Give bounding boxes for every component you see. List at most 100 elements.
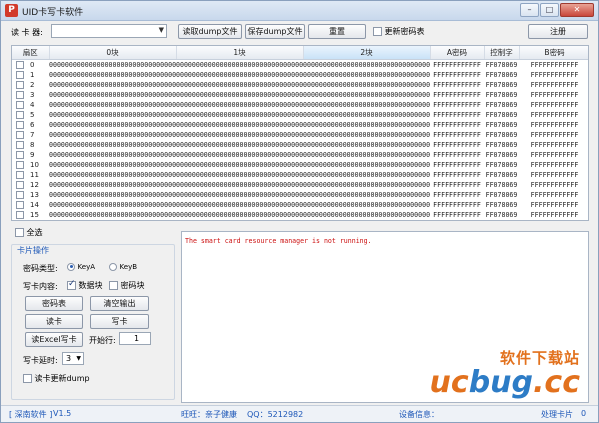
block2-cell[interactable]: 00000000000000000000000000000000 [303,120,430,130]
data-block-check[interactable] [67,279,76,290]
block2-cell[interactable]: 00000000000000000000000000000000 [303,130,430,140]
key-b-cell[interactable]: FFFFFFFFFFFF [519,200,588,210]
key-a-radio[interactable]: KeyA [67,262,95,271]
key-a-radio-dot[interactable] [67,262,75,271]
block0-cell[interactable]: 00000000000000000000000000000000 [49,110,176,120]
sector-checkbox[interactable] [16,180,24,189]
col-header-sector[interactable]: 扇区 [12,46,50,60]
block1-cell[interactable]: 00000000000000000000000000000000 [176,160,303,170]
block1-cell[interactable]: 00000000000000000000000000000000 [176,180,303,190]
key-a-cell[interactable]: FFFFFFFFFFFF [430,90,484,100]
block1-cell[interactable]: 00000000000000000000000000000000 [176,80,303,90]
sector-checkbox[interactable] [16,80,24,89]
table-row[interactable]: 2 00000000000000000000000000000000 0000000… [12,80,588,90]
key-b-cell[interactable]: FFFFFFFFFFFF [519,180,588,190]
sector-cell[interactable]: 4 [12,100,49,110]
col-header-block2[interactable]: 2块 [303,46,431,60]
block1-cell[interactable]: 00000000000000000000000000000000 [176,210,303,220]
col-header-block1[interactable]: 1块 [176,46,304,60]
block2-cell[interactable]: 00000000000000000000000000000000 [303,59,430,70]
table-row[interactable]: 1000000000000000000000000000000000000000… [12,70,588,80]
key-block-checkbox[interactable]: 密码块 [109,280,145,291]
select-all-checkbox[interactable]: 全选 [15,227,43,238]
ctrl-cell[interactable]: FF078069 [484,90,519,100]
key-a-cell[interactable]: FFFFFFFFFFFF [430,150,484,160]
ctrl-cell[interactable]: FF078069 [484,100,519,110]
output-log[interactable]: The smart card resource manager is not r… [181,231,589,403]
sector-cell[interactable]: 7 [12,130,49,140]
ctrl-cell[interactable]: FF078069 [484,140,519,150]
sector-checkbox[interactable] [16,90,24,99]
key-b-cell[interactable]: FFFFFFFFFFFF [519,70,588,80]
key-b-cell[interactable]: FFFFFFFFFFFF [519,130,588,140]
sector-cell[interactable]: 8 [12,140,49,150]
sector-cell[interactable]: 5 [12,110,49,120]
clear-output-button[interactable]: 清空输出 [90,296,149,311]
block1-cell[interactable]: 00000000000000000000000000000000 [176,100,303,110]
ctrl-cell[interactable]: FF078069 [484,190,519,200]
key-a-cell[interactable]: FFFFFFFFFFFF [430,140,484,150]
block2-cell[interactable]: 00000000000000000000000000000000 [303,100,430,110]
block0-cell[interactable]: 00000000000000000000000000000000 [49,70,176,80]
block2-cell[interactable]: 00000000000000000000000000000000 [303,80,430,90]
block0-cell[interactable]: 00000000000000000000000000000000 [49,80,176,90]
sector-table[interactable]: 扇区 0块 1块 2块 A密码 控制字 B密码 0 000000000000000… [11,45,589,221]
ctrl-cell[interactable]: FF078069 [484,170,519,180]
ctrl-cell[interactable]: FF078069 [484,120,519,130]
block2-cell[interactable]: 00000000000000000000000000000000 [303,200,430,210]
key-a-cell[interactable]: FFFFFFFFFFFF [430,100,484,110]
block1-cell[interactable]: 00000000000000000000000000000000 [176,59,303,70]
block0-cell[interactable]: 00000000000000000000000000000000 [49,160,176,170]
block2-cell[interactable]: 00000000000000000000000000000000 [303,70,430,80]
key-b-cell[interactable]: FFFFFFFFFFFF [519,120,588,130]
col-header-key-b[interactable]: B密码 [519,46,588,60]
ctrl-cell[interactable]: FF078069 [484,150,519,160]
key-a-cell[interactable]: FFFFFFFFFFFF [430,120,484,130]
key-a-cell[interactable]: FFFFFFFFFFFF [430,200,484,210]
key-table-button[interactable]: 密码表 [25,296,83,311]
ctrl-cell[interactable]: FF078069 [484,80,519,90]
block0-cell[interactable]: 00000000000000000000000000000000 [49,140,176,150]
key-b-cell[interactable]: FFFFFFFFFFFF [519,190,588,200]
table-row[interactable]: 13 00000000000000000000000000000000 000000… [12,190,588,200]
register-button[interactable]: 注册 [528,24,588,39]
ctrl-cell[interactable]: FF078069 [484,200,519,210]
sector-cell[interactable]: 6 [12,120,49,130]
key-a-cell[interactable]: FFFFFFFFFFFF [430,180,484,190]
block2-cell[interactable]: 00000000000000000000000000000000 [303,180,430,190]
close-button[interactable]: ✕ [560,3,594,17]
block1-cell[interactable]: 00000000000000000000000000000000 [176,130,303,140]
sector-checkbox[interactable] [16,100,24,109]
block0-cell[interactable]: 00000000000000000000000000000000 [49,150,176,160]
block2-cell[interactable]: 00000000000000000000000000000000 [303,210,430,220]
sector-cell[interactable]: 2 [12,80,49,90]
key-b-cell[interactable]: FFFFFFFFFFFF [519,210,588,220]
write-card-button[interactable]: 写卡 [90,314,149,329]
sector-checkbox[interactable] [16,170,24,179]
block0-cell[interactable]: 00000000000000000000000000000000 [49,210,176,220]
table-row[interactable]: 1000000000000000000000000000000000000000… [12,160,588,170]
key-a-cell[interactable]: FFFFFFFFFFFF [430,80,484,90]
sector-cell[interactable]: 0 [12,59,49,70]
delay-select[interactable]: 3 ▼ [62,352,84,365]
sector-cell[interactable]: 11 [12,170,49,180]
block2-cell[interactable]: 00000000000000000000000000000000 [303,190,430,200]
block2-cell[interactable]: 00000000000000000000000000000000 [303,170,430,180]
sector-checkbox[interactable] [16,140,24,149]
sector-checkbox[interactable] [16,110,24,119]
block1-cell[interactable]: 00000000000000000000000000000000 [176,90,303,100]
table-row[interactable]: 6 00000000000000000000000000000000 0000000… [12,120,588,130]
key-block-check[interactable] [109,281,118,290]
read-card-button[interactable]: 读卡 [25,314,83,329]
sector-checkbox[interactable] [16,130,24,139]
block0-cell[interactable]: 00000000000000000000000000000000 [49,190,176,200]
ctrl-cell[interactable]: FF078069 [484,70,519,80]
table-row[interactable]: 15 00000000000000000000000000000000 000000… [12,210,588,220]
sector-checkbox[interactable] [16,120,24,129]
sector-cell[interactable]: 15 [12,210,49,220]
minimize-button[interactable]: – [520,3,539,17]
sector-cell[interactable]: 9 [12,150,49,160]
ctrl-cell[interactable]: FF078069 [484,59,519,70]
key-b-cell[interactable]: FFFFFFFFFFFF [519,140,588,150]
select-all-check[interactable] [15,228,24,237]
